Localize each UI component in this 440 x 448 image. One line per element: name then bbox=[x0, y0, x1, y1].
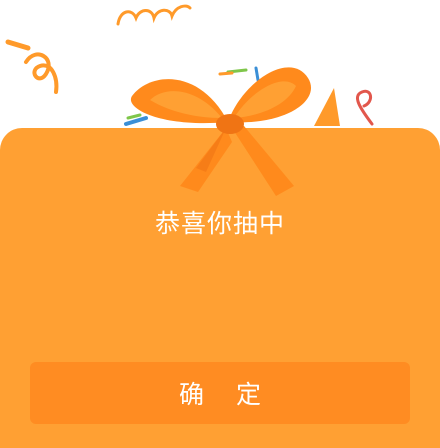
dialog-title: 恭喜你抽中 bbox=[154, 209, 285, 238]
prize-dialog: 恭喜你抽中 确 定 bbox=[0, 0, 440, 448]
confirm-button[interactable]: 确 定 bbox=[30, 362, 410, 424]
